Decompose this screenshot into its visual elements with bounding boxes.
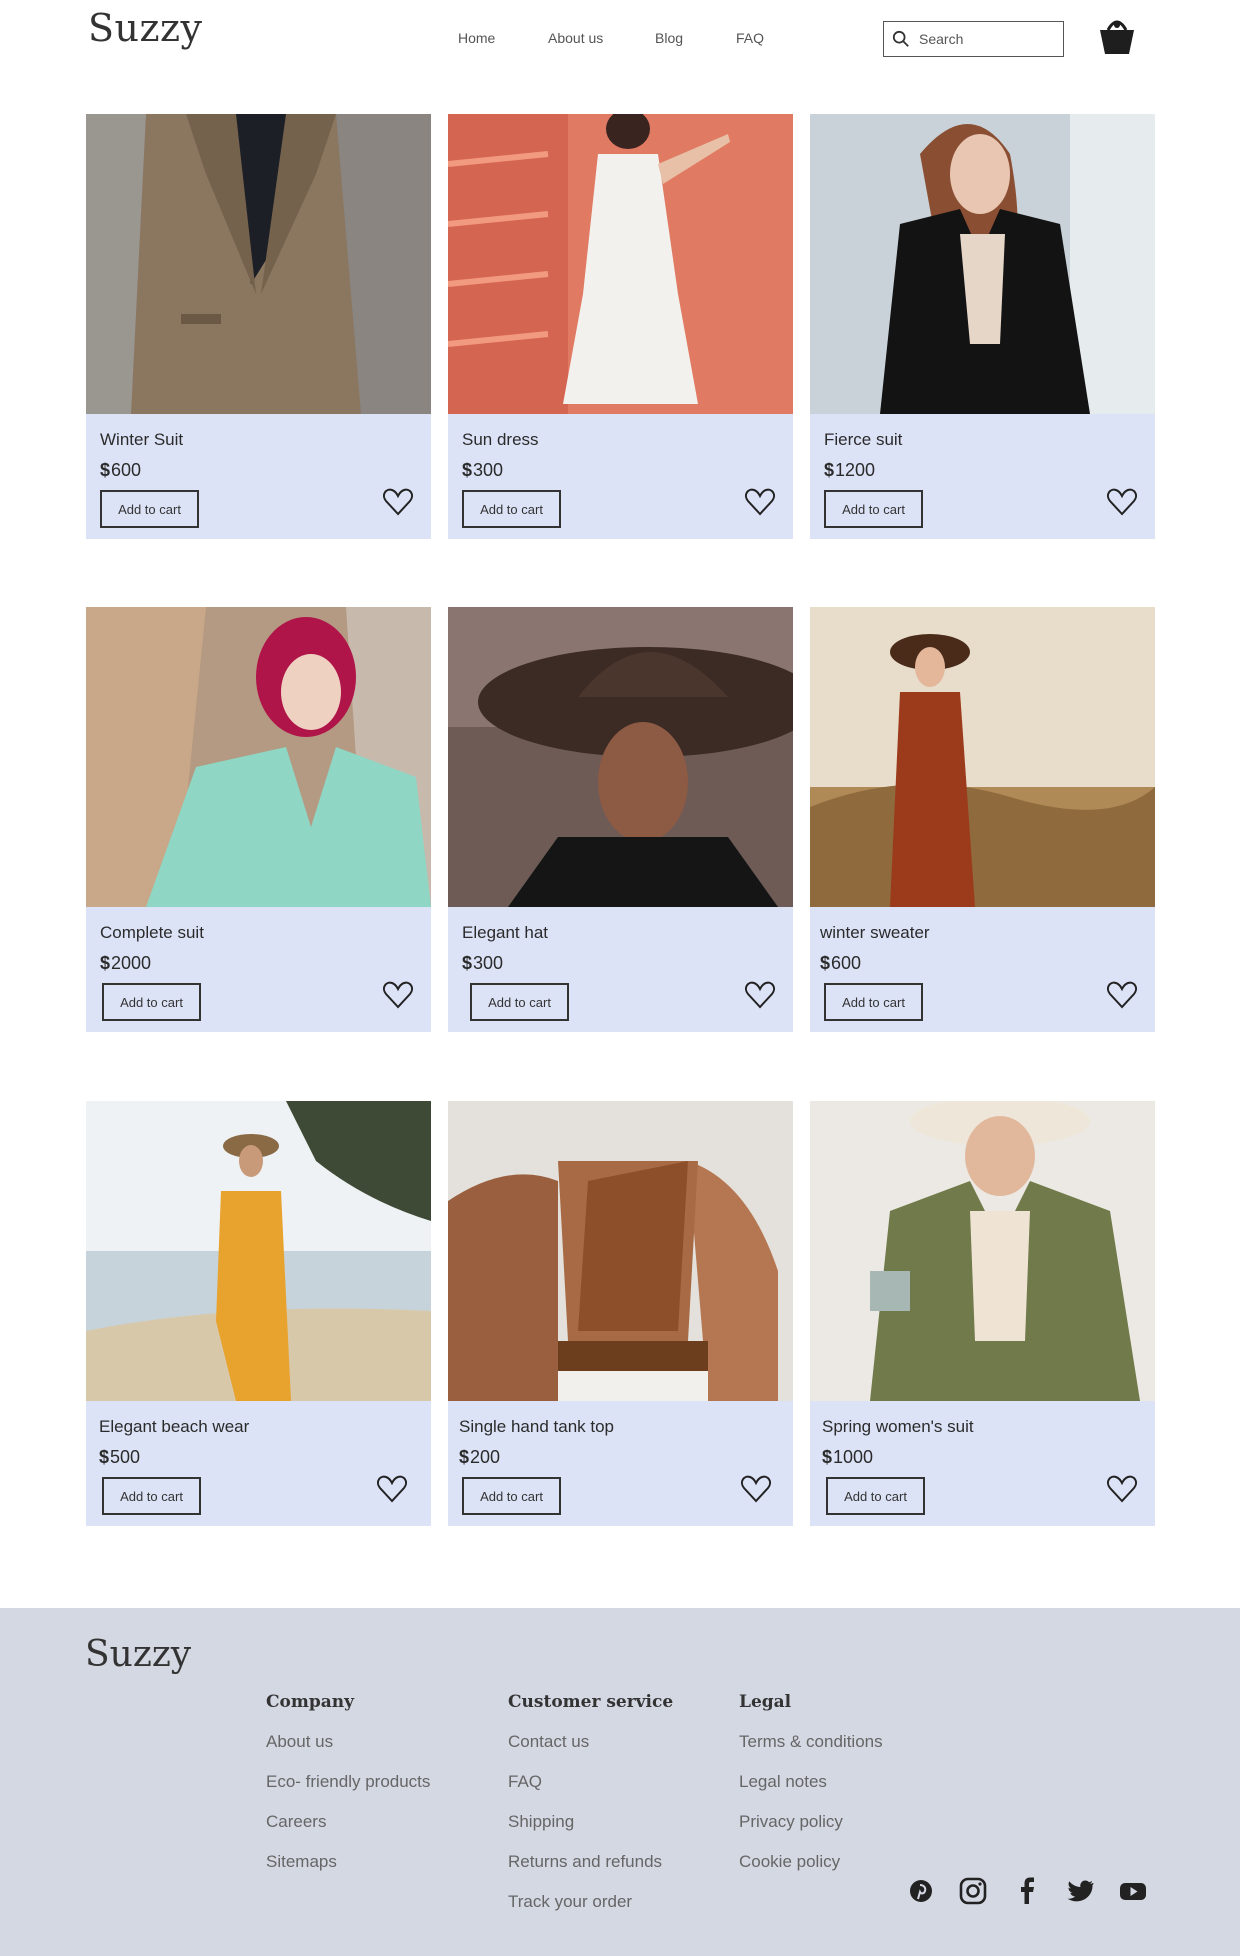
- footer-column-title: Company: [266, 1692, 354, 1712]
- footer-link[interactable]: About us: [266, 1732, 430, 1772]
- heart-icon[interactable]: [741, 1475, 771, 1503]
- nav-faq-link[interactable]: FAQ: [736, 30, 764, 46]
- heart-icon[interactable]: [1107, 1475, 1137, 1503]
- footer-column-customer-service: Customer service Contact us FAQ Shipping…: [508, 1692, 673, 1932]
- product-card: winter sweater $600 Add to cart: [810, 607, 1155, 1032]
- product-name: Sun dress: [462, 430, 539, 449]
- product-card: Sun dress $300 Add to cart: [448, 114, 793, 539]
- footer-link[interactable]: Eco- friendly products: [266, 1772, 430, 1812]
- add-to-cart-button[interactable]: Add to cart: [102, 1477, 201, 1515]
- product-price: $300: [462, 953, 504, 973]
- product-photo[interactable]: [86, 1101, 431, 1401]
- heart-icon[interactable]: [383, 488, 413, 516]
- facebook-icon[interactable]: [1012, 1876, 1042, 1906]
- product-card: Complete suit $2000 Add to cart: [86, 607, 431, 1032]
- footer-link[interactable]: Terms & conditions: [739, 1732, 883, 1772]
- product-photo[interactable]: [810, 114, 1155, 414]
- footer-link[interactable]: Privacy policy: [739, 1812, 883, 1852]
- product-price: $500: [99, 1447, 141, 1467]
- product-name: Winter Suit: [100, 430, 184, 449]
- footer-column-legal: Legal Terms & conditions Legal notes Pri…: [739, 1692, 883, 1892]
- product-card: Elegant hat $300 Add to cart: [448, 607, 793, 1032]
- footer-column-company: Company About us Eco- friendly products …: [266, 1692, 430, 1892]
- product-card: Spring women's suit $1000 Add to cart: [810, 1101, 1155, 1526]
- product-card: Winter Suit $600 Add to cart: [86, 114, 431, 539]
- footer-link[interactable]: Legal notes: [739, 1772, 883, 1812]
- add-to-cart-button[interactable]: Add to cart: [824, 983, 923, 1021]
- product-photo[interactable]: [448, 114, 793, 414]
- footer-link[interactable]: Cookie policy: [739, 1852, 883, 1892]
- product-price: $600: [100, 460, 142, 480]
- add-to-cart-button[interactable]: Add to cart: [826, 1477, 925, 1515]
- footer-link[interactable]: Track your order: [508, 1892, 673, 1932]
- add-to-cart-button[interactable]: Add to cart: [462, 1477, 561, 1515]
- product-card: Fierce suit $1200 Add to cart: [810, 114, 1155, 539]
- product-price: $1000: [822, 1447, 874, 1467]
- product-photo[interactable]: [448, 607, 793, 907]
- heart-icon[interactable]: [1107, 488, 1137, 516]
- product-name: Elegant beach wear: [99, 1417, 250, 1436]
- product-name: Single hand tank top: [459, 1417, 615, 1436]
- nav-home-link[interactable]: Home: [458, 30, 495, 46]
- heart-icon[interactable]: [745, 488, 775, 516]
- nav-about-link[interactable]: About us: [548, 30, 603, 46]
- instagram-icon[interactable]: [958, 1876, 988, 1906]
- product-card: Single hand tank top $200 Add to cart: [448, 1101, 793, 1526]
- footer-link[interactable]: FAQ: [508, 1772, 673, 1812]
- add-to-cart-button[interactable]: Add to cart: [100, 490, 199, 528]
- add-to-cart-button[interactable]: Add to cart: [470, 983, 569, 1021]
- footer-column-title: Customer service: [508, 1692, 674, 1712]
- site-header: Suzzy Home About us Blog FAQ: [0, 0, 1240, 80]
- twitter-icon[interactable]: [1065, 1876, 1095, 1906]
- product-photo[interactable]: [810, 607, 1155, 907]
- product-price: $600: [820, 953, 862, 973]
- product-name: Elegant hat: [462, 923, 549, 942]
- nav-blog-link[interactable]: Blog: [655, 30, 683, 46]
- product-card: Elegant beach wear $500 Add to cart: [86, 1101, 431, 1526]
- footer-link[interactable]: Sitemaps: [266, 1852, 430, 1892]
- product-name: Fierce suit: [824, 430, 903, 449]
- product-price: $1200: [824, 460, 876, 480]
- heart-icon[interactable]: [377, 1475, 407, 1503]
- search-icon: [892, 30, 909, 47]
- add-to-cart-button[interactable]: Add to cart: [824, 490, 923, 528]
- product-price: $2000: [100, 953, 152, 973]
- product-price: $300: [462, 460, 504, 480]
- product-photo[interactable]: [448, 1101, 793, 1401]
- footer-column-title: Legal: [739, 1692, 792, 1712]
- site-footer: Suzzy Company About us Eco- friendly pro…: [0, 1608, 1240, 1956]
- add-to-cart-button[interactable]: Add to cart: [102, 983, 201, 1021]
- product-name: winter sweater: [820, 923, 930, 942]
- product-photo[interactable]: [810, 1101, 1155, 1401]
- youtube-icon[interactable]: [1118, 1876, 1148, 1906]
- footer-link[interactable]: Shipping: [508, 1812, 673, 1852]
- heart-icon[interactable]: [745, 981, 775, 1009]
- brand-logo[interactable]: Suzzy: [88, 6, 203, 50]
- add-to-cart-button[interactable]: Add to cart: [462, 490, 561, 528]
- heart-icon[interactable]: [383, 981, 413, 1009]
- product-name: Complete suit: [100, 923, 204, 942]
- product-photo[interactable]: [86, 114, 431, 414]
- heart-icon[interactable]: [1107, 981, 1137, 1009]
- shopping-basket-icon[interactable]: [1098, 16, 1136, 56]
- pinterest-icon[interactable]: [906, 1876, 936, 1906]
- product-photo[interactable]: [86, 607, 431, 907]
- footer-brand-logo[interactable]: Suzzy: [85, 1634, 191, 1675]
- footer-link[interactable]: Returns and refunds: [508, 1852, 673, 1892]
- product-name: Spring women's suit: [822, 1417, 974, 1436]
- search-box[interactable]: [883, 21, 1064, 57]
- footer-link[interactable]: Careers: [266, 1812, 430, 1852]
- footer-link[interactable]: Contact us: [508, 1732, 673, 1772]
- search-input[interactable]: [919, 31, 1049, 47]
- product-price: $200: [459, 1447, 501, 1467]
